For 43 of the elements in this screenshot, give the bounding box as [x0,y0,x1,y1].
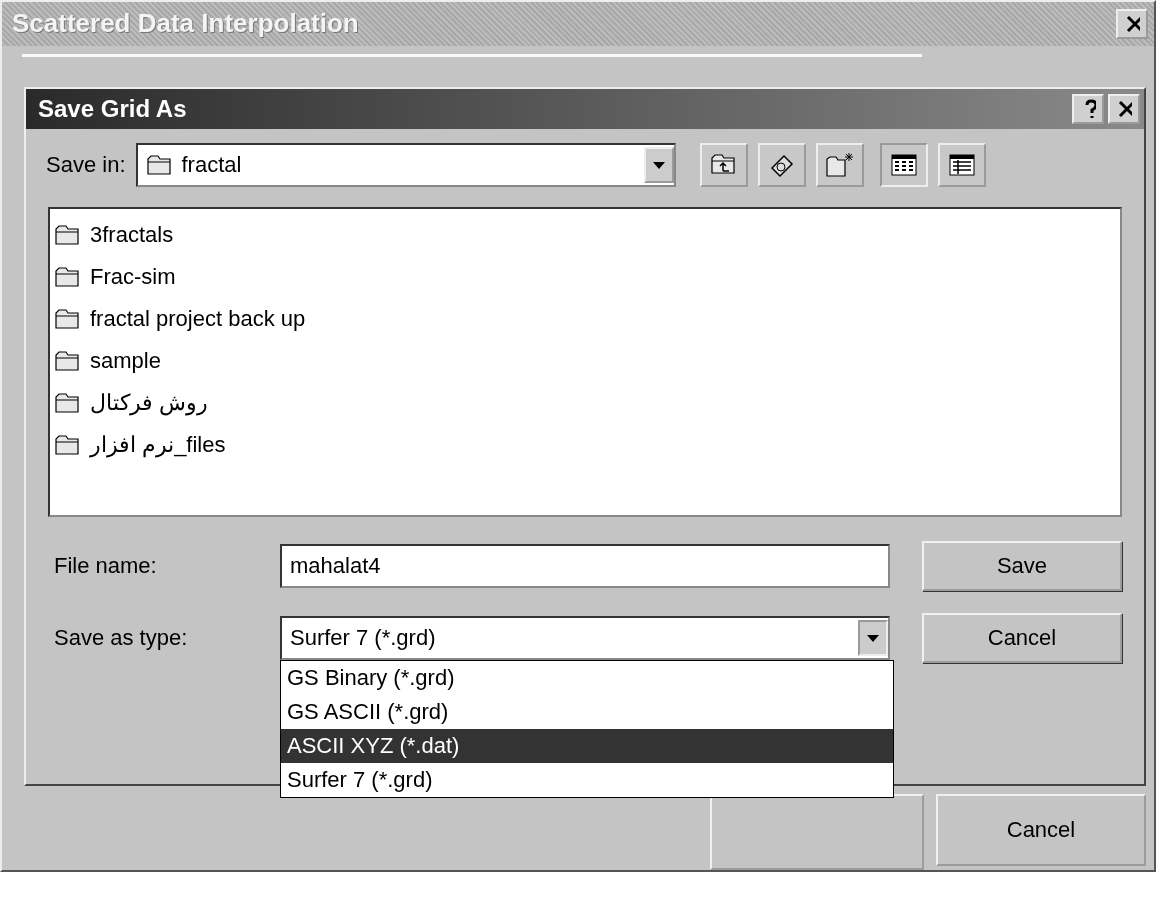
dropdown-option[interactable]: Surfer 7 (*.grd) [281,762,893,797]
desktop-button[interactable] [757,142,806,187]
list-view-icon [889,152,918,177]
save-as-type-dropdown[interactable]: Surfer 7 (*.grd) [280,615,890,660]
folder-item[interactable]: 3fractals [90,221,174,248]
cancel-button[interactable]: Cancel [936,794,1146,866]
save-button[interactable]: Save [922,540,1122,591]
up-folder-icon [709,152,738,177]
folder-item[interactable]: fractal project back up [90,305,306,332]
button[interactable] [710,794,924,870]
dropdown-option[interactable]: ASCII XYZ (*.dat) [281,728,893,763]
caret-icon [651,159,666,170]
save-in-dropdown[interactable]: fractal [135,142,676,187]
file-name-field[interactable]: mahalat4 [280,543,890,588]
folder-item[interactable]: نرم افزار_files [90,431,226,458]
folder-icon [145,153,174,176]
new-folder-icon [824,151,855,178]
folder-icon [54,391,82,414]
close-button[interactable] [1108,93,1140,124]
folder-item[interactable]: روش فرکتال [90,389,209,416]
dropdown-option[interactable]: GS Binary (*.grd) [281,660,893,695]
save-in-label: Save in: [46,151,126,178]
window-title: Scattered Data Interpolation [12,8,359,40]
folder-icon [54,307,82,330]
details-view-icon [947,152,976,177]
help-button[interactable] [1072,93,1104,124]
cancel-button[interactable]: Cancel [922,612,1122,663]
up-folder-button[interactable] [699,142,748,187]
dropdown-option[interactable]: GS ASCII (*.grd) [281,694,893,729]
list-view-button[interactable] [879,142,928,187]
folder-icon [54,433,82,456]
close-button[interactable] [1116,8,1148,39]
folder-icon [54,349,82,372]
folder-item[interactable]: Frac-sim [90,263,176,290]
dialog-title: Save Grid As [38,94,187,123]
folder-icon [54,265,82,288]
details-view-button[interactable] [937,142,986,187]
folder-item[interactable]: sample [90,347,161,374]
folder-icon [54,223,82,246]
save-as-type-label: Save as type: [54,624,189,651]
file-name-label: File name: [54,552,158,579]
caret-icon [866,632,880,643]
new-folder-button[interactable] [815,142,864,187]
